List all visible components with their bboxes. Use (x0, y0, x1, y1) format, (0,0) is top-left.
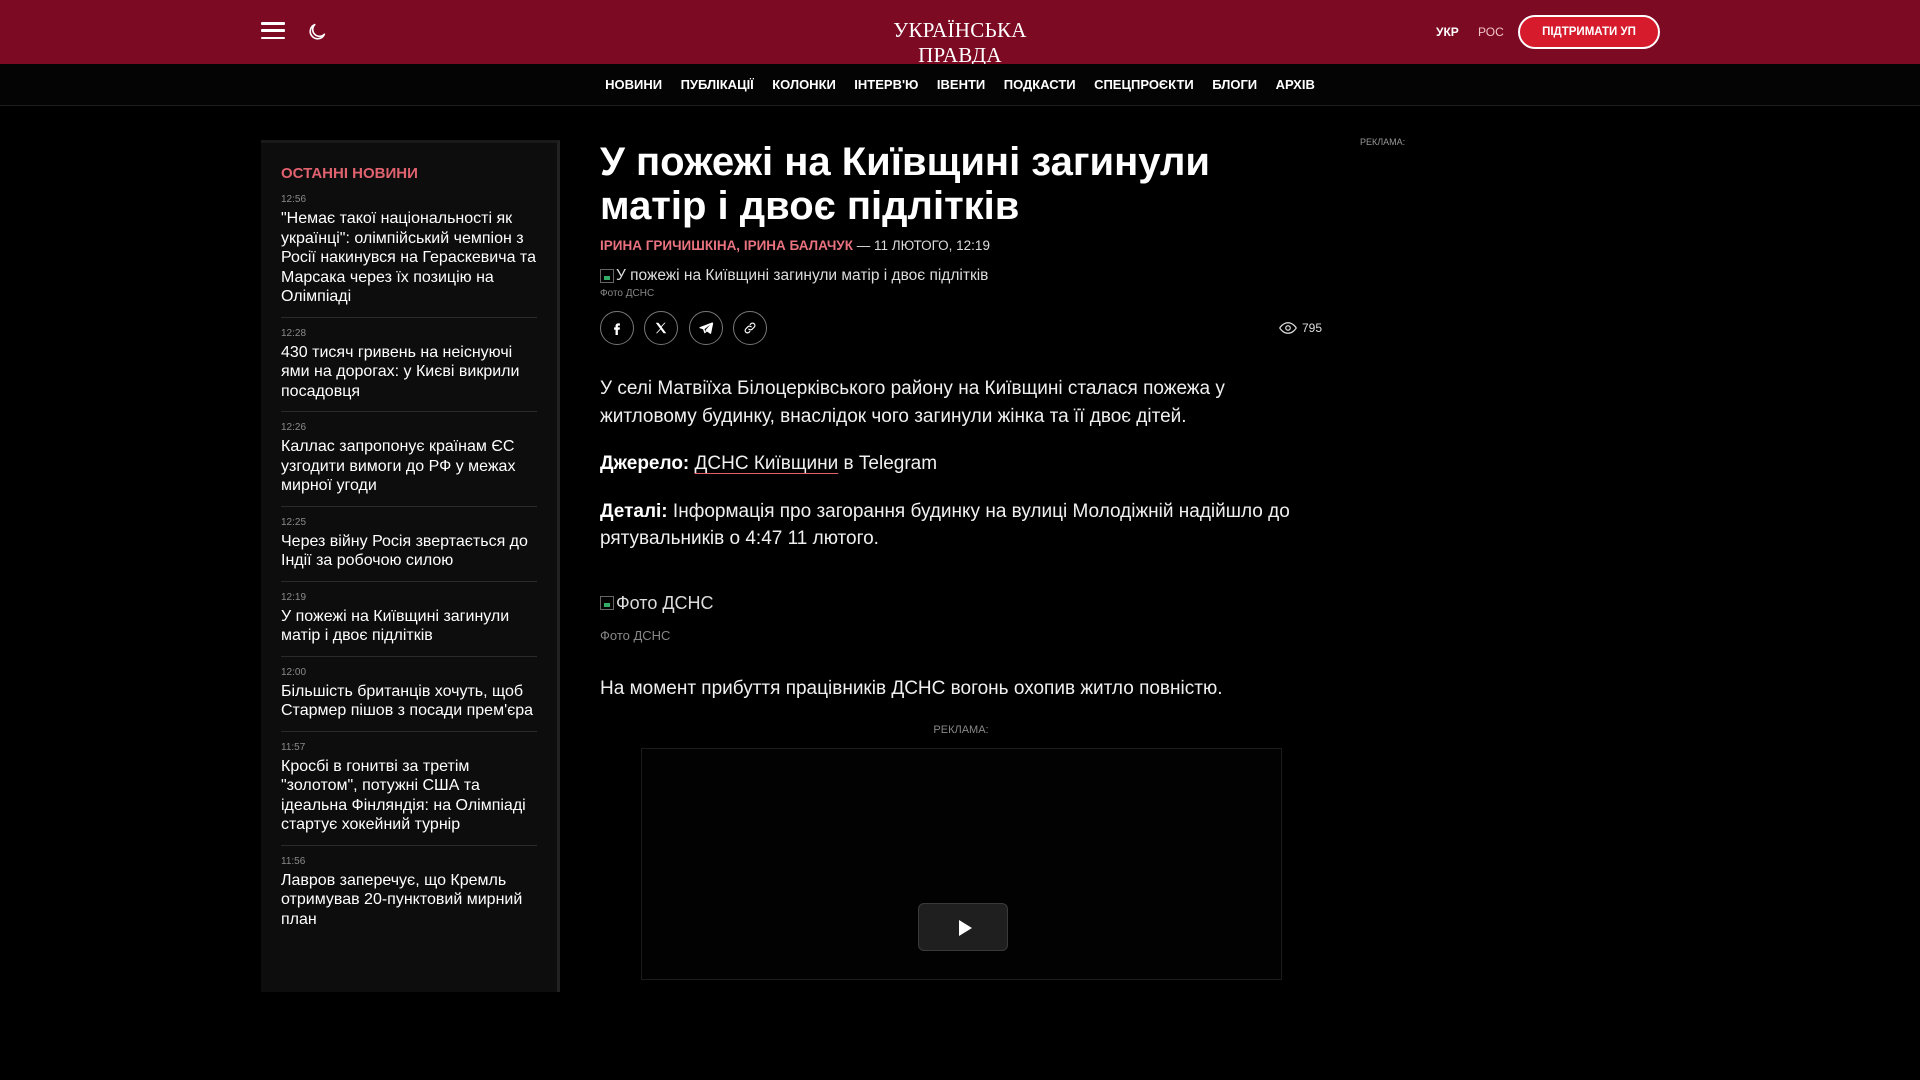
x-icon (656, 323, 667, 334)
copy-link-button[interactable] (733, 311, 768, 345)
list-item[interactable]: 12:00 Більшість британців хочуть, щоб Ст… (281, 667, 537, 732)
video-ad-player[interactable] (640, 748, 1282, 980)
inline-photo-caption: Фото ДСНС (600, 627, 671, 643)
lang-ukr-link[interactable]: УКР (1436, 25, 1459, 39)
news-headline[interactable]: Каллас запропонує країнам ЄС узгодити ви… (281, 437, 537, 496)
nav-item-interviews[interactable]: ІНТЕРВ'Ю (854, 64, 918, 106)
news-time: 11:56 (281, 855, 306, 867)
news-headline[interactable]: Через війну Росія звертається до Індії з… (281, 532, 537, 571)
news-time: 12:19 (281, 591, 307, 603)
details-label: Деталі: (600, 500, 668, 522)
main-nav: НОВИНИ ПУБЛІКАЦІЇ КОЛОНКИ ІНТЕРВ'Ю ІВЕНТ… (0, 64, 1920, 106)
telegram-share-button[interactable] (688, 311, 723, 345)
nav-item-archive[interactable]: АРХІВ (1276, 64, 1315, 106)
list-item[interactable]: 12:56 "Немає такої національності як укр… (281, 194, 537, 318)
nav-item-podcasts[interactable]: ПОДКАСТИ (1004, 64, 1076, 106)
list-item[interactable]: 12:25 Через війну Росія звертається до І… (281, 517, 537, 582)
article-headline: У пожежі на Київщині загинули матір і дв… (600, 140, 1211, 228)
news-time: 12:00 (281, 666, 307, 678)
views-count: 795 (1301, 321, 1322, 335)
article: У пожежі на Київщині загинули матір і дв… (600, 140, 1322, 980)
inline-photo: Фото ДСНС (600, 593, 1322, 614)
nav-item-special-projects[interactable]: СПЕЦПРОЄКТИ (1094, 64, 1194, 106)
list-item[interactable]: 11:56 Лавров заперечує, що Кремль отриму… (281, 856, 537, 940)
telegram-icon (699, 322, 714, 335)
facebook-share-button[interactable] (600, 311, 634, 345)
broken-image-icon (600, 596, 614, 610)
nav-item-events[interactable]: ІВЕНТИ (937, 64, 985, 106)
news-headline[interactable]: "Немає такої національності як українці"… (281, 209, 537, 307)
list-item[interactable]: 12:26 Каллас запропонує країнам ЄС узгод… (281, 422, 537, 507)
inline-photo-alt: Фото ДСНС (616, 592, 714, 613)
nav-item-columns[interactable]: КОЛОНКИ (772, 64, 836, 106)
article-date: — 11 ЛЮТОГО, 12:19 (856, 238, 990, 253)
news-headline[interactable]: У пожежі на Київщині загинули матір і дв… (281, 607, 537, 646)
details-paragraph: Деталі: Інформація про загорання будинку… (600, 498, 1322, 553)
latest-news-sidebar: ОСТАННІ НОВИНИ 12:56 "Немає такої націон… (261, 140, 560, 992)
news-headline[interactable]: Кросбі в гонитві за третім "золотом", по… (281, 757, 537, 835)
news-headline[interactable]: 430 тисяч гривень на неіснуючі ями на до… (281, 343, 537, 402)
x-share-button[interactable] (644, 311, 679, 345)
ad-label: РЕКЛАМА: (933, 724, 989, 736)
nav-item-news[interactable]: НОВИНИ (605, 64, 662, 106)
source-label: Джерело: (600, 453, 690, 474)
link-icon (744, 322, 756, 334)
list-item[interactable]: 11:57 Кросбі в гонитві за третім "золото… (281, 742, 537, 846)
byline: ІРИНА ГРИЧИШКІНА, ІРИНА БАЛАЧУК — 11 ЛЮТ… (600, 238, 1322, 253)
article-paragraph: У селі Матвіїха Білоцерківського району … (600, 378, 1225, 427)
news-headline[interactable]: Більшість британців хочуть, щоб Стармер … (281, 682, 537, 721)
news-time: 11:57 (281, 741, 306, 753)
nav-item-blogs[interactable]: БЛОГИ (1212, 64, 1257, 106)
right-ad-label: РЕКЛАМА: (1360, 137, 1406, 147)
views-counter: 795 (1279, 321, 1322, 335)
nav-item-publications[interactable]: ПУБЛІКАЦІЇ (681, 64, 754, 106)
details-text: Інформація про загорання будинку на вули… (600, 500, 1290, 550)
site-logo[interactable]: УКРАЇНСЬКА ПРАВДА (860, 18, 1060, 68)
hero-image-alt: У пожежі на Київщині загинули матір і дв… (616, 267, 989, 284)
article-paragraph: На момент прибуття працівників ДСНС вого… (600, 677, 1223, 699)
news-time: 12:28 (281, 327, 307, 339)
support-button[interactable]: ПІДТРИМАТИ УП (1518, 15, 1660, 49)
menu-icon[interactable] (261, 22, 285, 40)
facebook-icon (614, 323, 620, 336)
news-headline[interactable]: Лавров заперечує, що Кремль отримував 20… (281, 871, 537, 930)
news-time: 12:25 (281, 516, 307, 528)
source-rest: в Telegram (838, 453, 938, 474)
top-header: УКРАЇНСЬКА ПРАВДА УКР РОС ПІДТРИМАТИ УП (0, 0, 1920, 67)
list-item[interactable]: 12:28 430 тисяч гривень на неіснуючі ями… (281, 327, 537, 412)
moon-icon[interactable] (306, 21, 328, 43)
hero-caption: Фото ДСНС (600, 288, 655, 299)
hero-image: У пожежі на Київщині загинули матір і дв… (600, 267, 1322, 285)
share-row: 795 (600, 311, 1322, 347)
play-button[interactable] (917, 903, 1008, 951)
source-paragraph: Джерело: ДСНС Київщини в Telegram (600, 450, 1322, 478)
lang-ros-link[interactable]: РОС (1478, 25, 1504, 39)
news-time: 12:26 (281, 422, 307, 433)
article-authors[interactable]: ІРИНА ГРИЧИШКІНА, ІРИНА БАЛАЧУК (600, 238, 853, 253)
eye-icon (1279, 322, 1297, 334)
source-link[interactable]: ДСНС Київщини (695, 453, 839, 474)
list-item[interactable]: 12:19 У пожежі на Київщині загинули маті… (281, 592, 537, 657)
sidebar-title[interactable]: ОСТАННІ НОВИНИ (281, 165, 537, 182)
news-time: 12:56 (281, 194, 307, 205)
broken-image-icon (600, 269, 614, 283)
